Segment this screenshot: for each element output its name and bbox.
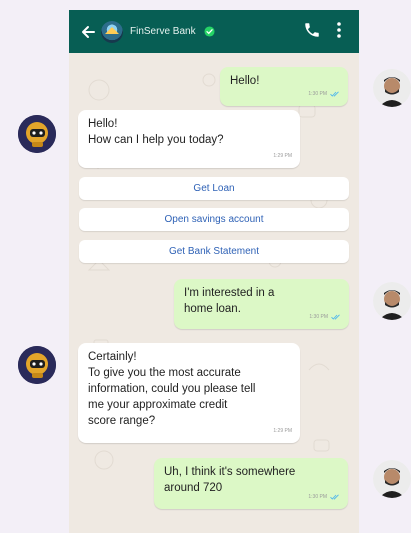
robot-icon — [18, 346, 56, 384]
user-avatar — [373, 69, 411, 107]
arrow-left-icon[interactable] — [81, 25, 95, 39]
message-text: Uh, I think it's somewhere around 720 — [164, 466, 296, 494]
double-check-icon — [330, 494, 339, 500]
chat-window: FinServe Bank Hello! 1:30 PM Hello! How … — [69, 10, 359, 533]
message-bubble-incoming: Certainly! To give you the most accurate… — [78, 343, 300, 443]
phone-icon[interactable] — [303, 21, 321, 39]
person-icon — [373, 282, 411, 320]
chat-header: FinServe Bank — [69, 10, 359, 53]
message-bubble-incoming: Hello! How can I help you today? 1:29 PM — [78, 110, 300, 168]
message-meta: 1:29 PM — [273, 148, 292, 164]
quick-reply-open-savings-account[interactable]: Open savings account — [79, 208, 349, 231]
message-text: Certainly! To give you the most accurate… — [88, 351, 256, 427]
message-bubble-outgoing: I'm interested in a home loan. 1:30 PM — [174, 279, 349, 329]
message-text: Hello! — [230, 75, 260, 87]
message-time: 1:30 PM — [308, 91, 327, 97]
verified-check-icon — [204, 26, 215, 37]
person-icon — [373, 460, 411, 498]
quick-reply-get-loan[interactable]: Get Loan — [79, 177, 349, 200]
user-avatar — [373, 282, 411, 320]
double-check-icon — [331, 314, 340, 320]
chat-title[interactable]: FinServe Bank — [130, 26, 196, 37]
message-bubble-outgoing: Hello! 1:30 PM — [220, 67, 348, 106]
message-text: Hello! How can I help you today? — [88, 118, 224, 146]
message-time: 1:30 PM — [309, 314, 328, 320]
bot-avatar — [18, 115, 56, 153]
more-vertical-icon[interactable] — [336, 21, 342, 39]
message-meta: 1:29 PM — [273, 423, 292, 439]
quick-reply-get-bank-statement[interactable]: Get Bank Statement — [79, 240, 349, 263]
message-bubble-outgoing: Uh, I think it's somewhere around 720 1:… — [154, 458, 348, 509]
bank-avatar[interactable] — [101, 20, 123, 43]
double-check-icon — [330, 91, 339, 97]
robot-icon — [18, 115, 56, 153]
message-text: I'm interested in a home loan. — [184, 287, 275, 315]
message-time: 1:30 PM — [308, 494, 327, 500]
person-icon — [373, 69, 411, 107]
message-meta: 1:30 PM — [308, 86, 340, 102]
message-meta: 1:30 PM — [309, 309, 341, 325]
message-meta: 1:30 PM — [308, 489, 340, 505]
message-time: 1:29 PM — [273, 428, 292, 434]
user-avatar — [373, 460, 411, 498]
message-time: 1:29 PM — [273, 153, 292, 159]
bot-avatar — [18, 346, 56, 384]
